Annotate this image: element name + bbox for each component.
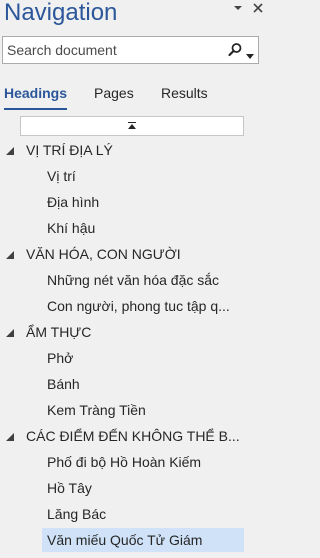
heading-level1[interactable]: VĂN HÓA, CON NGƯỜI [0,241,272,267]
chevron-down-icon [234,6,242,10]
tab-results[interactable]: Results [161,80,208,106]
pane-options-button[interactable] [230,0,246,16]
heading-label: Hồ Tây [47,480,92,496]
heading-level2[interactable]: Phố đi bộ Hồ Hoàn Kiếm [0,449,272,475]
collapse-caret-icon[interactable] [5,146,15,156]
collapse-caret-icon[interactable] [5,250,15,260]
heading-level1[interactable]: ẨM THỰC [0,319,272,345]
heading-label: Bánh [47,376,80,392]
heading-level2[interactable]: Phở [0,345,272,371]
heading-level2-selected[interactable]: Văn miếu Quốc Tử Giám [0,527,272,553]
heading-label: Phố đi bộ Hồ Hoàn Kiếm [47,454,202,470]
search-input[interactable] [7,40,217,60]
heading-level2[interactable]: Vị trí [0,163,272,189]
chevron-down-icon [246,54,254,59]
heading-level1[interactable]: CÁC ĐIỂM ĐẾN KHÔNG THỂ B... [0,423,272,449]
heading-label: CÁC ĐIỂM ĐẾN KHÔNG THỂ B... [26,428,240,444]
tab-headings[interactable]: Headings [4,80,68,110]
heading-label: VĂN HÓA, CON NGƯỜI [26,246,181,262]
collapse-caret-icon[interactable] [5,432,15,442]
heading-label: Những nét văn hóa đặc sắc [47,272,220,288]
search-icon [228,43,242,57]
search-button[interactable] [227,42,243,58]
heading-label: ẨM THỰC [26,324,92,340]
heading-label: Khí hậu [47,220,96,236]
pane-title: Navigation [4,0,118,26]
heading-level2[interactable]: Địa hình [0,189,272,215]
heading-label: Địa hình [47,194,100,210]
search-box [2,36,259,64]
heading-label: Kem Tràng Tiền [47,402,146,418]
nav-tabs: Headings Pages Results [0,80,272,110]
heading-label: Lăng Bác [47,506,107,522]
search-options-dropdown[interactable] [246,47,254,59]
close-icon [253,3,263,13]
heading-level2[interactable]: Hồ Tây [0,475,272,501]
tab-pages[interactable]: Pages [94,80,134,106]
close-pane-button[interactable] [250,0,266,16]
scroll-up-button[interactable] [20,116,244,136]
heading-label: Vị trí [47,168,76,184]
heading-level2[interactable]: Kem Tràng Tiền [0,397,272,423]
scroll-top-icon [128,122,136,129]
heading-level2[interactable]: Con người, phong tuc tập q... [0,293,272,319]
heading-level2[interactable]: Những nét văn hóa đặc sắc [0,267,272,293]
heading-level2[interactable]: Khí hậu [0,215,272,241]
heading-level2[interactable]: Bánh [0,371,272,397]
heading-label: VỊ TRÍ ĐỊA LÝ [26,142,113,158]
heading-level1[interactable]: VỊ TRÍ ĐỊA LÝ [0,137,272,163]
heading-label: Phở [47,350,74,366]
heading-label: Văn miếu Quốc Tử Giám [47,532,203,548]
heading-label: Con người, phong tuc tập q... [47,298,230,314]
pane-title-bar: Navigation [0,0,272,32]
heading-level2[interactable]: Lăng Bác [0,501,272,527]
headings-tree: VỊ TRÍ ĐỊA LÝ Vị trí Địa hình Khí hậu VĂ… [0,137,272,553]
collapse-caret-icon[interactable] [5,328,15,338]
